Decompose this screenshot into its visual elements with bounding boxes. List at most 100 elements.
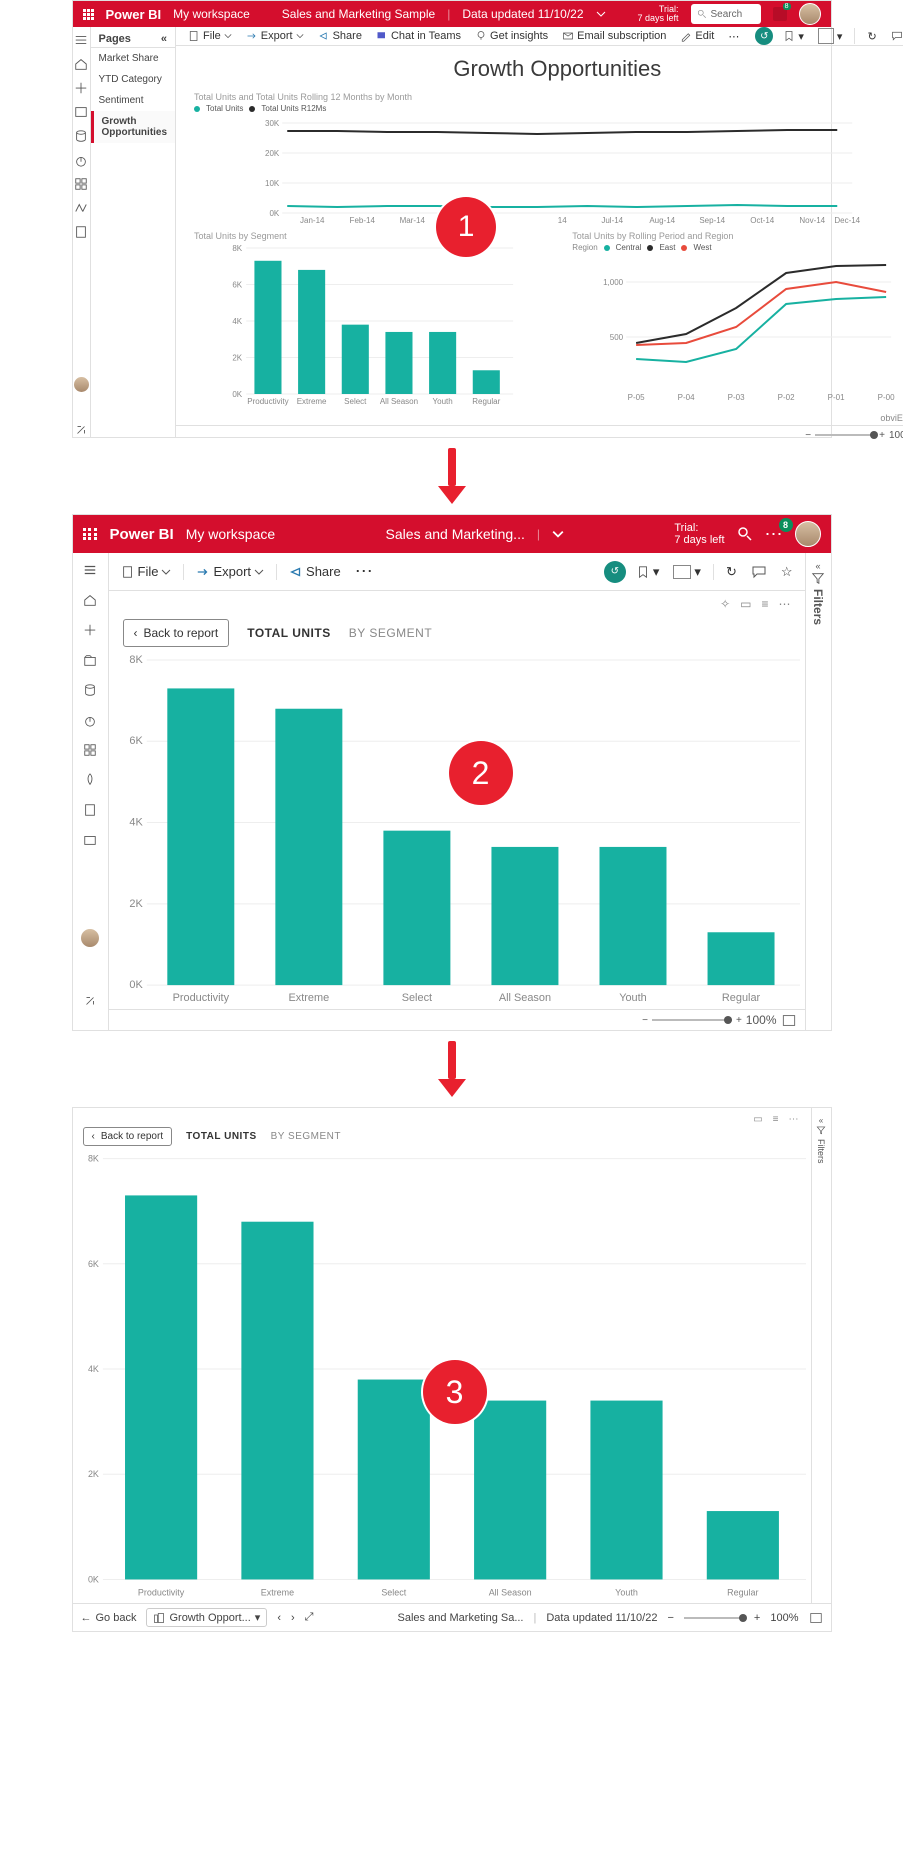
avatar[interactable]	[795, 521, 821, 547]
data-updated-label[interactable]: Data updated 11/10/22	[462, 7, 583, 21]
filter-vis-icon[interactable]: ≡	[773, 1114, 779, 1125]
home-icon[interactable]	[74, 57, 88, 71]
get-insights-button[interactable]: Get insights	[471, 30, 552, 42]
comment-icon[interactable]	[747, 564, 771, 580]
app-brand[interactable]: Power BI	[110, 526, 174, 543]
deploy-icon[interactable]	[83, 773, 97, 787]
more-vis-icon[interactable]: ⋯	[789, 1114, 799, 1125]
fit-icon[interactable]	[781, 1014, 797, 1027]
breadcrumb[interactable]: Sales and Marketing...	[386, 526, 525, 542]
filters-pane[interactable]: « Filters	[811, 1108, 831, 1603]
reset-icon[interactable]: ↺	[755, 27, 773, 45]
more-icon[interactable]: ⋯	[724, 30, 743, 43]
spotlight-icon[interactable]: ▭	[753, 1114, 762, 1125]
expand-icon[interactable]	[83, 994, 97, 1008]
export-menu[interactable]: Export	[242, 30, 308, 42]
browse-icon[interactable]	[74, 105, 88, 119]
trial-label: Trial:	[674, 522, 724, 534]
more-icon[interactable]: ⋯8	[765, 524, 783, 545]
workspace-icon[interactable]	[83, 833, 97, 847]
page-item-market-share[interactable]: Market Share	[91, 48, 176, 69]
waffle-icon[interactable]	[83, 9, 94, 20]
chart1-line[interactable]: 0K 10K 20K 30K Jan-14 Feb-14 Mar-14 Apr-…	[184, 113, 903, 228]
back-to-report-button[interactable]: ‹ Back to report	[123, 619, 230, 647]
file-menu[interactable]: File	[184, 30, 236, 42]
star-icon[interactable]: ☆	[777, 564, 797, 580]
plus-icon[interactable]	[83, 623, 97, 637]
chat-teams-button[interactable]: Chat in Teams	[372, 30, 465, 42]
zoom-bar[interactable]: −+ 100%	[109, 1009, 805, 1030]
reset-icon[interactable]: ↺	[604, 561, 626, 583]
waffle-icon[interactable]	[83, 528, 98, 540]
next-page-icon[interactable]: ›	[291, 1612, 295, 1624]
collapse-icon[interactable]: «	[161, 33, 167, 45]
share-button[interactable]: Share	[285, 564, 345, 579]
svg-text:10K: 10K	[265, 179, 280, 188]
workspace-link[interactable]: My workspace	[186, 526, 275, 542]
fit-icon[interactable]	[809, 1612, 823, 1624]
go-back-button[interactable]: ←Go back	[81, 1612, 137, 1624]
plus-icon[interactable]	[74, 81, 88, 95]
chevron-down-icon[interactable]	[552, 528, 564, 540]
apps-icon[interactable]	[74, 177, 88, 191]
search-input[interactable]: Search	[691, 4, 761, 24]
data-hub-icon[interactable]	[83, 683, 97, 697]
browse-icon[interactable]	[83, 653, 97, 667]
svg-text:Jan-14: Jan-14	[300, 216, 325, 225]
page-item-sentiment[interactable]: Sentiment	[91, 90, 176, 111]
deploy-icon[interactable]	[74, 201, 88, 215]
spotlight-icon[interactable]: ▭	[740, 597, 751, 611]
fullscreen-canvas: ▭ ≡ ⋯ ‹ Back to report TOTAL UNITS BY SE…	[73, 1108, 811, 1603]
edit-button[interactable]: Edit	[676, 30, 718, 42]
app-brand[interactable]: Power BI	[106, 7, 162, 22]
filters-pane[interactable]: « Filters	[805, 553, 831, 1030]
home-icon[interactable]	[83, 593, 97, 607]
view-icon[interactable]: ▾	[669, 564, 705, 580]
metrics-icon[interactable]	[83, 713, 97, 727]
svg-text:Regular: Regular	[727, 1587, 758, 1597]
chevron-down-icon[interactable]	[596, 9, 606, 19]
export-menu[interactable]: Export	[192, 564, 268, 579]
refresh-icon[interactable]: ↻	[863, 30, 880, 43]
exit-fullscreen-icon[interactable]: ⤢	[305, 1611, 314, 1624]
zoom-bar[interactable]: −+ 100%	[176, 425, 903, 444]
file-menu[interactable]: File	[117, 564, 176, 579]
more-vis-icon[interactable]: ⋯	[779, 597, 791, 611]
chart2-bar[interactable]: 0K2K4K6K8KProductivityExtremeSelectAll S…	[184, 243, 552, 408]
data-hub-icon[interactable]	[74, 129, 88, 143]
bookmark-icon[interactable]: ▾	[779, 30, 808, 43]
workspace-link[interactable]: My workspace	[173, 7, 250, 21]
svg-text:2K: 2K	[87, 1469, 98, 1479]
metrics-icon[interactable]	[74, 153, 88, 167]
share-button[interactable]: Share	[314, 30, 366, 42]
prev-page-icon[interactable]: ‹	[277, 1612, 281, 1624]
view-icon[interactable]: ▾	[814, 28, 847, 44]
focused-bar-chart[interactable]: 0K2K4K6K8KProductivityExtremeSelectAll S…	[109, 651, 805, 1006]
more-icon[interactable]: ⋯	[351, 561, 377, 582]
expand-icon[interactable]	[74, 423, 88, 437]
workspace-avatar[interactable]	[73, 376, 90, 393]
avatar[interactable]	[799, 3, 821, 25]
workspace-avatar[interactable]	[80, 928, 100, 948]
menu-icon[interactable]	[74, 33, 88, 47]
comment-icon[interactable]	[887, 30, 903, 42]
breadcrumb[interactable]: Sales and Marketing Sample	[282, 7, 435, 21]
svg-text:P-02: P-02	[778, 393, 795, 402]
back-to-report-button[interactable]: ‹ Back to report	[83, 1127, 173, 1146]
learn-icon[interactable]	[74, 225, 88, 239]
pin-icon[interactable]: ✧	[720, 597, 730, 611]
status-data-updated: Data updated 11/10/22	[546, 1612, 657, 1624]
bookmark-icon[interactable]: ▾	[632, 564, 664, 580]
notification-badge[interactable]: 8	[773, 7, 787, 21]
refresh-icon[interactable]: ↻	[722, 564, 741, 580]
filter-vis-icon[interactable]: ≡	[761, 597, 768, 611]
apps-icon[interactable]	[83, 743, 97, 757]
page-item-growth-opportunities[interactable]: Growth Opportunities	[91, 111, 176, 143]
page-item-ytd-category[interactable]: YTD Category	[91, 69, 176, 90]
search-icon[interactable]	[737, 526, 753, 542]
email-sub-button[interactable]: Email subscription	[558, 30, 670, 42]
menu-icon[interactable]	[83, 563, 97, 577]
chart3-line[interactable]: 500 1,000 P-05 P-04 P-03 P-02	[562, 252, 903, 402]
learn-icon[interactable]	[83, 803, 97, 817]
page-selector[interactable]: Growth Opport... ▾	[146, 1608, 267, 1627]
